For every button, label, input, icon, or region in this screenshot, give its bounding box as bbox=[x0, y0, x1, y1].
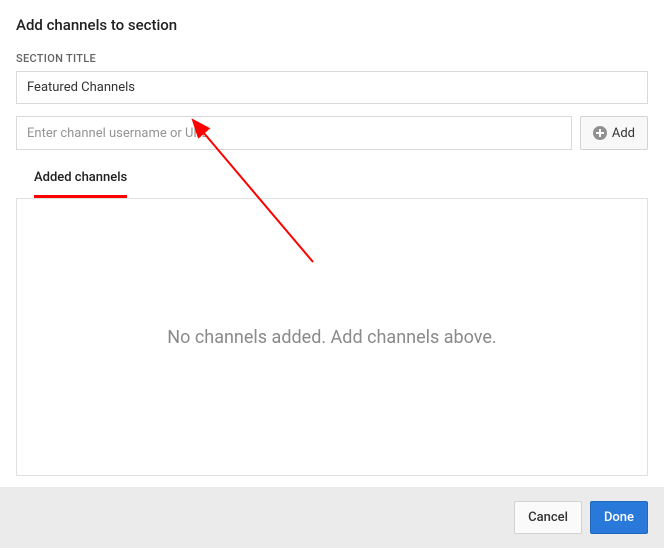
add-button-label: Add bbox=[612, 126, 635, 141]
section-title-label: SECTION TITLE bbox=[16, 52, 648, 65]
done-button[interactable]: Done bbox=[590, 501, 648, 534]
plus-circle-icon bbox=[593, 126, 607, 140]
add-button[interactable]: Add bbox=[580, 116, 648, 150]
added-channels-panel: No channels added. Add channels above. bbox=[16, 198, 648, 476]
channel-url-input[interactable] bbox=[16, 116, 572, 150]
dialog-title: Add channels to section bbox=[16, 16, 648, 34]
section-title-input[interactable] bbox=[16, 71, 648, 104]
tab-added-channels[interactable]: Added channels bbox=[34, 170, 127, 198]
empty-state-text: No channels added. Add channels above. bbox=[167, 327, 496, 348]
cancel-button[interactable]: Cancel bbox=[514, 501, 582, 534]
dialog-footer: Cancel Done bbox=[0, 487, 664, 548]
